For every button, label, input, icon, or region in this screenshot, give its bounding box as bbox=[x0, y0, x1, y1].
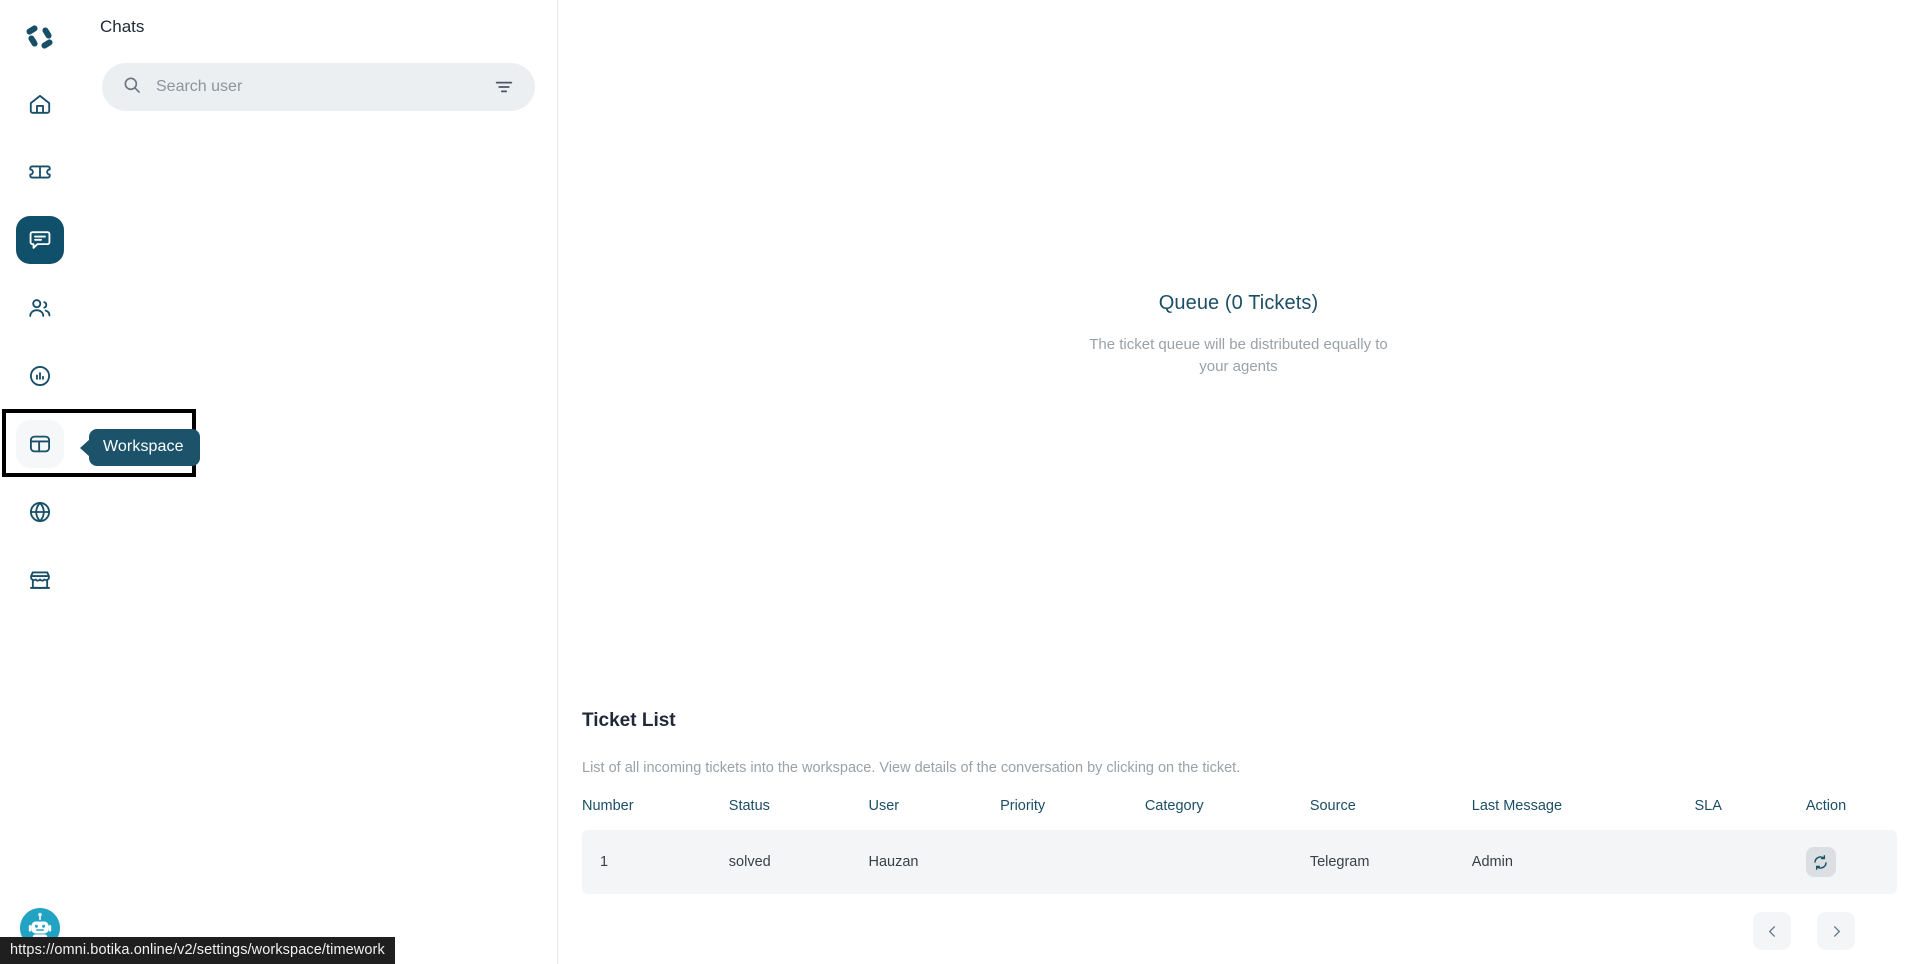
refresh-icon[interactable] bbox=[1805, 847, 1836, 877]
ticket-list-section: Ticket List List of all incoming tickets… bbox=[560, 710, 1919, 950]
cell-number: 1 bbox=[600, 854, 609, 870]
cell-sla bbox=[1694, 830, 1805, 894]
status-bar-url: https://omni.botika.online/v2/settings/w… bbox=[0, 937, 395, 964]
cell-priority bbox=[1000, 830, 1145, 894]
home-icon bbox=[29, 94, 51, 114]
column-header-priority[interactable]: Priority bbox=[1000, 798, 1145, 830]
ticket-list-description: List of all incoming tickets into the wo… bbox=[582, 760, 1241, 776]
pagination bbox=[560, 912, 1897, 950]
chevron-right-icon bbox=[1833, 925, 1840, 937]
storefront-icon bbox=[29, 571, 51, 589]
ticket-list-title: Ticket List bbox=[582, 710, 676, 731]
column-header-last-message[interactable]: Last Message bbox=[1472, 798, 1695, 830]
sidebar-item-workspace[interactable] bbox=[16, 420, 64, 468]
app-root: Workspace Chats Queue (0 Ti bbox=[0, 0, 1919, 964]
cell-last-message: Admin bbox=[1471, 854, 1513, 870]
cell-action bbox=[1805, 830, 1897, 894]
chats-panel-title: Chats bbox=[100, 17, 145, 36]
cell-category bbox=[1145, 830, 1310, 894]
column-header-sla[interactable]: SLA bbox=[1694, 798, 1805, 830]
sidebar-item-analytics[interactable] bbox=[16, 352, 64, 400]
sidebar-items bbox=[16, 80, 64, 604]
ticket-table-body: 1 solved Hauzan Telegram Admin bbox=[582, 830, 1897, 894]
sidebar-item-contacts[interactable] bbox=[16, 284, 64, 332]
sidebar-rail bbox=[0, 0, 196, 964]
column-header-action: Action bbox=[1805, 798, 1847, 814]
cell-user: Hauzan bbox=[868, 854, 919, 870]
sidebar-item-store[interactable] bbox=[16, 556, 64, 604]
queue-title: Queue (0 Tickets) bbox=[1158, 292, 1319, 315]
bar-chart-icon bbox=[29, 365, 51, 387]
chevron-left-icon bbox=[1768, 925, 1775, 937]
search-input[interactable] bbox=[156, 78, 491, 96]
sidebar-item-tickets[interactable] bbox=[16, 148, 64, 196]
table-header-row: Number Status User Priority Category Sou… bbox=[582, 798, 1897, 830]
ticket-table: Number Status User Priority Category Sou… bbox=[582, 798, 1897, 894]
pagination-next-button[interactable] bbox=[1817, 912, 1855, 950]
workspace-icon bbox=[29, 435, 51, 453]
ticket-table-head: Number Status User Priority Category Sou… bbox=[582, 798, 1897, 830]
pagination-prev-button[interactable] bbox=[1753, 912, 1791, 950]
queue-section: Queue (0 Tickets) The ticket queue will … bbox=[558, 0, 1919, 710]
search-user-bar[interactable] bbox=[102, 63, 535, 111]
column-header-number[interactable]: Number bbox=[582, 798, 729, 830]
queue-subtitle: The ticket queue will be distributed equ… bbox=[1089, 336, 1388, 375]
column-header-category[interactable]: Category bbox=[1145, 798, 1310, 830]
sidebar-item-chats[interactable] bbox=[16, 216, 64, 264]
cell-source: Telegram bbox=[1309, 854, 1370, 870]
botika-logo[interactable] bbox=[15, 12, 65, 62]
chats-panel: Chats bbox=[80, 0, 558, 964]
chat-icon bbox=[29, 231, 51, 249]
main-content: Queue (0 Tickets) The ticket queue will … bbox=[558, 0, 1919, 964]
table-row[interactable]: 1 solved Hauzan Telegram Admin bbox=[582, 830, 1897, 894]
sidebar-item-channels[interactable] bbox=[16, 488, 64, 536]
filter-icon[interactable] bbox=[491, 74, 517, 100]
search-icon bbox=[122, 75, 142, 100]
column-header-source[interactable]: Source bbox=[1310, 798, 1472, 830]
users-icon bbox=[29, 299, 51, 317]
sidebar-item-home[interactable] bbox=[16, 80, 64, 128]
column-header-user[interactable]: User bbox=[868, 798, 1000, 830]
column-header-status[interactable]: Status bbox=[729, 798, 869, 830]
ticket-icon bbox=[29, 165, 51, 179]
cell-status: solved bbox=[728, 854, 771, 870]
globe-icon bbox=[29, 501, 51, 523]
